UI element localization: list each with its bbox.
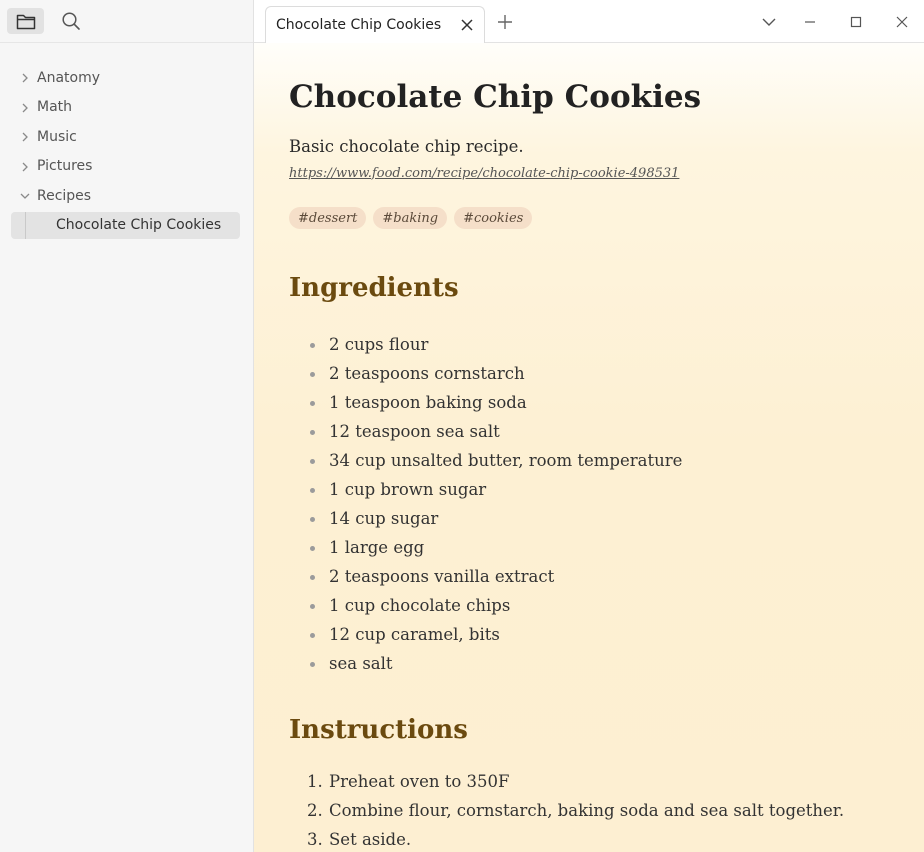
- sidebar-item-label: Chocolate Chip Cookies: [56, 217, 222, 233]
- tab-chocolate-chip-cookies[interactable]: Chocolate Chip Cookies: [265, 6, 485, 43]
- ingredients-list: 2 cups flour 2 teaspoons cornstarch 1 te…: [289, 330, 682, 678]
- chevron-down-icon[interactable]: [760, 13, 778, 31]
- sidebar-item-label: Anatomy: [37, 69, 101, 86]
- tag-baking[interactable]: #baking: [373, 207, 448, 229]
- tab-bar: Chocolate Chip Cookies: [254, 0, 924, 43]
- list-item: 2. Combine flour, cornstarch, baking sod…: [289, 796, 844, 825]
- sidebar-item-label: Pictures: [37, 158, 93, 175]
- chevron-right-icon: [22, 73, 28, 83]
- maximize-icon[interactable]: [847, 13, 865, 31]
- chevron-right-icon: [22, 132, 28, 142]
- close-icon[interactable]: [460, 18, 474, 32]
- tab-label: Chocolate Chip Cookies: [276, 17, 442, 33]
- folder-tree: Anatomy Math Music Pictures Recipes Choc…: [0, 43, 253, 239]
- sidebar-item-label: Music: [37, 128, 77, 145]
- sidebar-item-recipes[interactable]: Recipes: [0, 181, 253, 211]
- list-item: 12 teaspoon sea salt: [289, 417, 682, 446]
- list-item: 34 cup unsalted butter, room temperature: [289, 446, 682, 475]
- search-icon: [61, 12, 80, 30]
- list-item: 1. Preheat oven to 350F: [289, 767, 844, 796]
- close-window-icon[interactable]: [893, 13, 911, 31]
- step-text: Set aside.: [329, 830, 412, 849]
- step-number: 2.: [307, 801, 323, 820]
- list-item: 3. Set aside.: [289, 825, 844, 852]
- list-item: 12 cup caramel, bits: [289, 620, 682, 649]
- tree-indent-guide: [25, 211, 26, 239]
- file-explorer-sidebar: Anatomy Math Music Pictures Recipes Choc…: [0, 0, 254, 852]
- tag-dessert[interactable]: #dessert: [289, 207, 367, 229]
- instructions-list: 1. Preheat oven to 350F 2. Combine flour…: [289, 767, 844, 852]
- instructions-heading: Instructions: [289, 715, 468, 745]
- list-item: 1 cup chocolate chips: [289, 591, 682, 620]
- sidebar-item-math[interactable]: Math: [0, 93, 253, 123]
- minimize-icon[interactable]: [801, 13, 819, 31]
- recipe-link[interactable]: https://www.food.com/recipe/chocolate-ch…: [289, 166, 679, 181]
- tag-cookies[interactable]: #cookies: [454, 207, 533, 229]
- list-item: 2 cups flour: [289, 330, 682, 359]
- chevron-right-icon: [22, 162, 28, 171]
- search-button[interactable]: [52, 8, 89, 34]
- plus-icon[interactable]: [496, 13, 514, 31]
- folder-icon: [16, 14, 35, 29]
- list-item: sea salt: [289, 649, 682, 678]
- note-view: Chocolate Chip Cookies Basic chocolate c…: [254, 43, 924, 852]
- list-item: 1 cup brown sugar: [289, 475, 682, 504]
- ingredients-heading: Ingredients: [289, 273, 459, 303]
- files-view-button[interactable]: [7, 8, 44, 34]
- chevron-down-icon: [20, 193, 30, 199]
- note-title: Chocolate Chip Cookies: [289, 79, 702, 115]
- sidebar-item-chocolate-chip-cookies[interactable]: Chocolate Chip Cookies: [11, 211, 240, 239]
- chevron-right-icon: [22, 103, 28, 112]
- list-item: 2 teaspoons vanilla extract: [289, 562, 682, 591]
- sidebar-item-music[interactable]: Music: [0, 122, 253, 152]
- step-text: Combine flour, cornstarch, baking soda a…: [329, 801, 845, 820]
- step-number: 1.: [307, 772, 323, 791]
- step-text: Preheat oven to 350F: [329, 772, 510, 791]
- sidebar-item-anatomy[interactable]: Anatomy: [0, 63, 253, 93]
- sidebar-item-label: Recipes: [37, 187, 92, 204]
- list-item: 2 teaspoons cornstarch: [289, 359, 682, 388]
- tag-list: #dessert #baking #cookies: [289, 207, 533, 229]
- list-item: 14 cup sugar: [289, 504, 682, 533]
- step-number: 3.: [307, 830, 323, 849]
- sidebar-toolbar: [0, 0, 253, 43]
- note-description: Basic chocolate chip recipe.: [289, 137, 524, 156]
- list-item: 1 large egg: [289, 533, 682, 562]
- sidebar-item-pictures[interactable]: Pictures: [0, 152, 253, 182]
- list-item: 1 teaspoon baking soda: [289, 388, 682, 417]
- sidebar-item-label: Math: [37, 99, 73, 116]
